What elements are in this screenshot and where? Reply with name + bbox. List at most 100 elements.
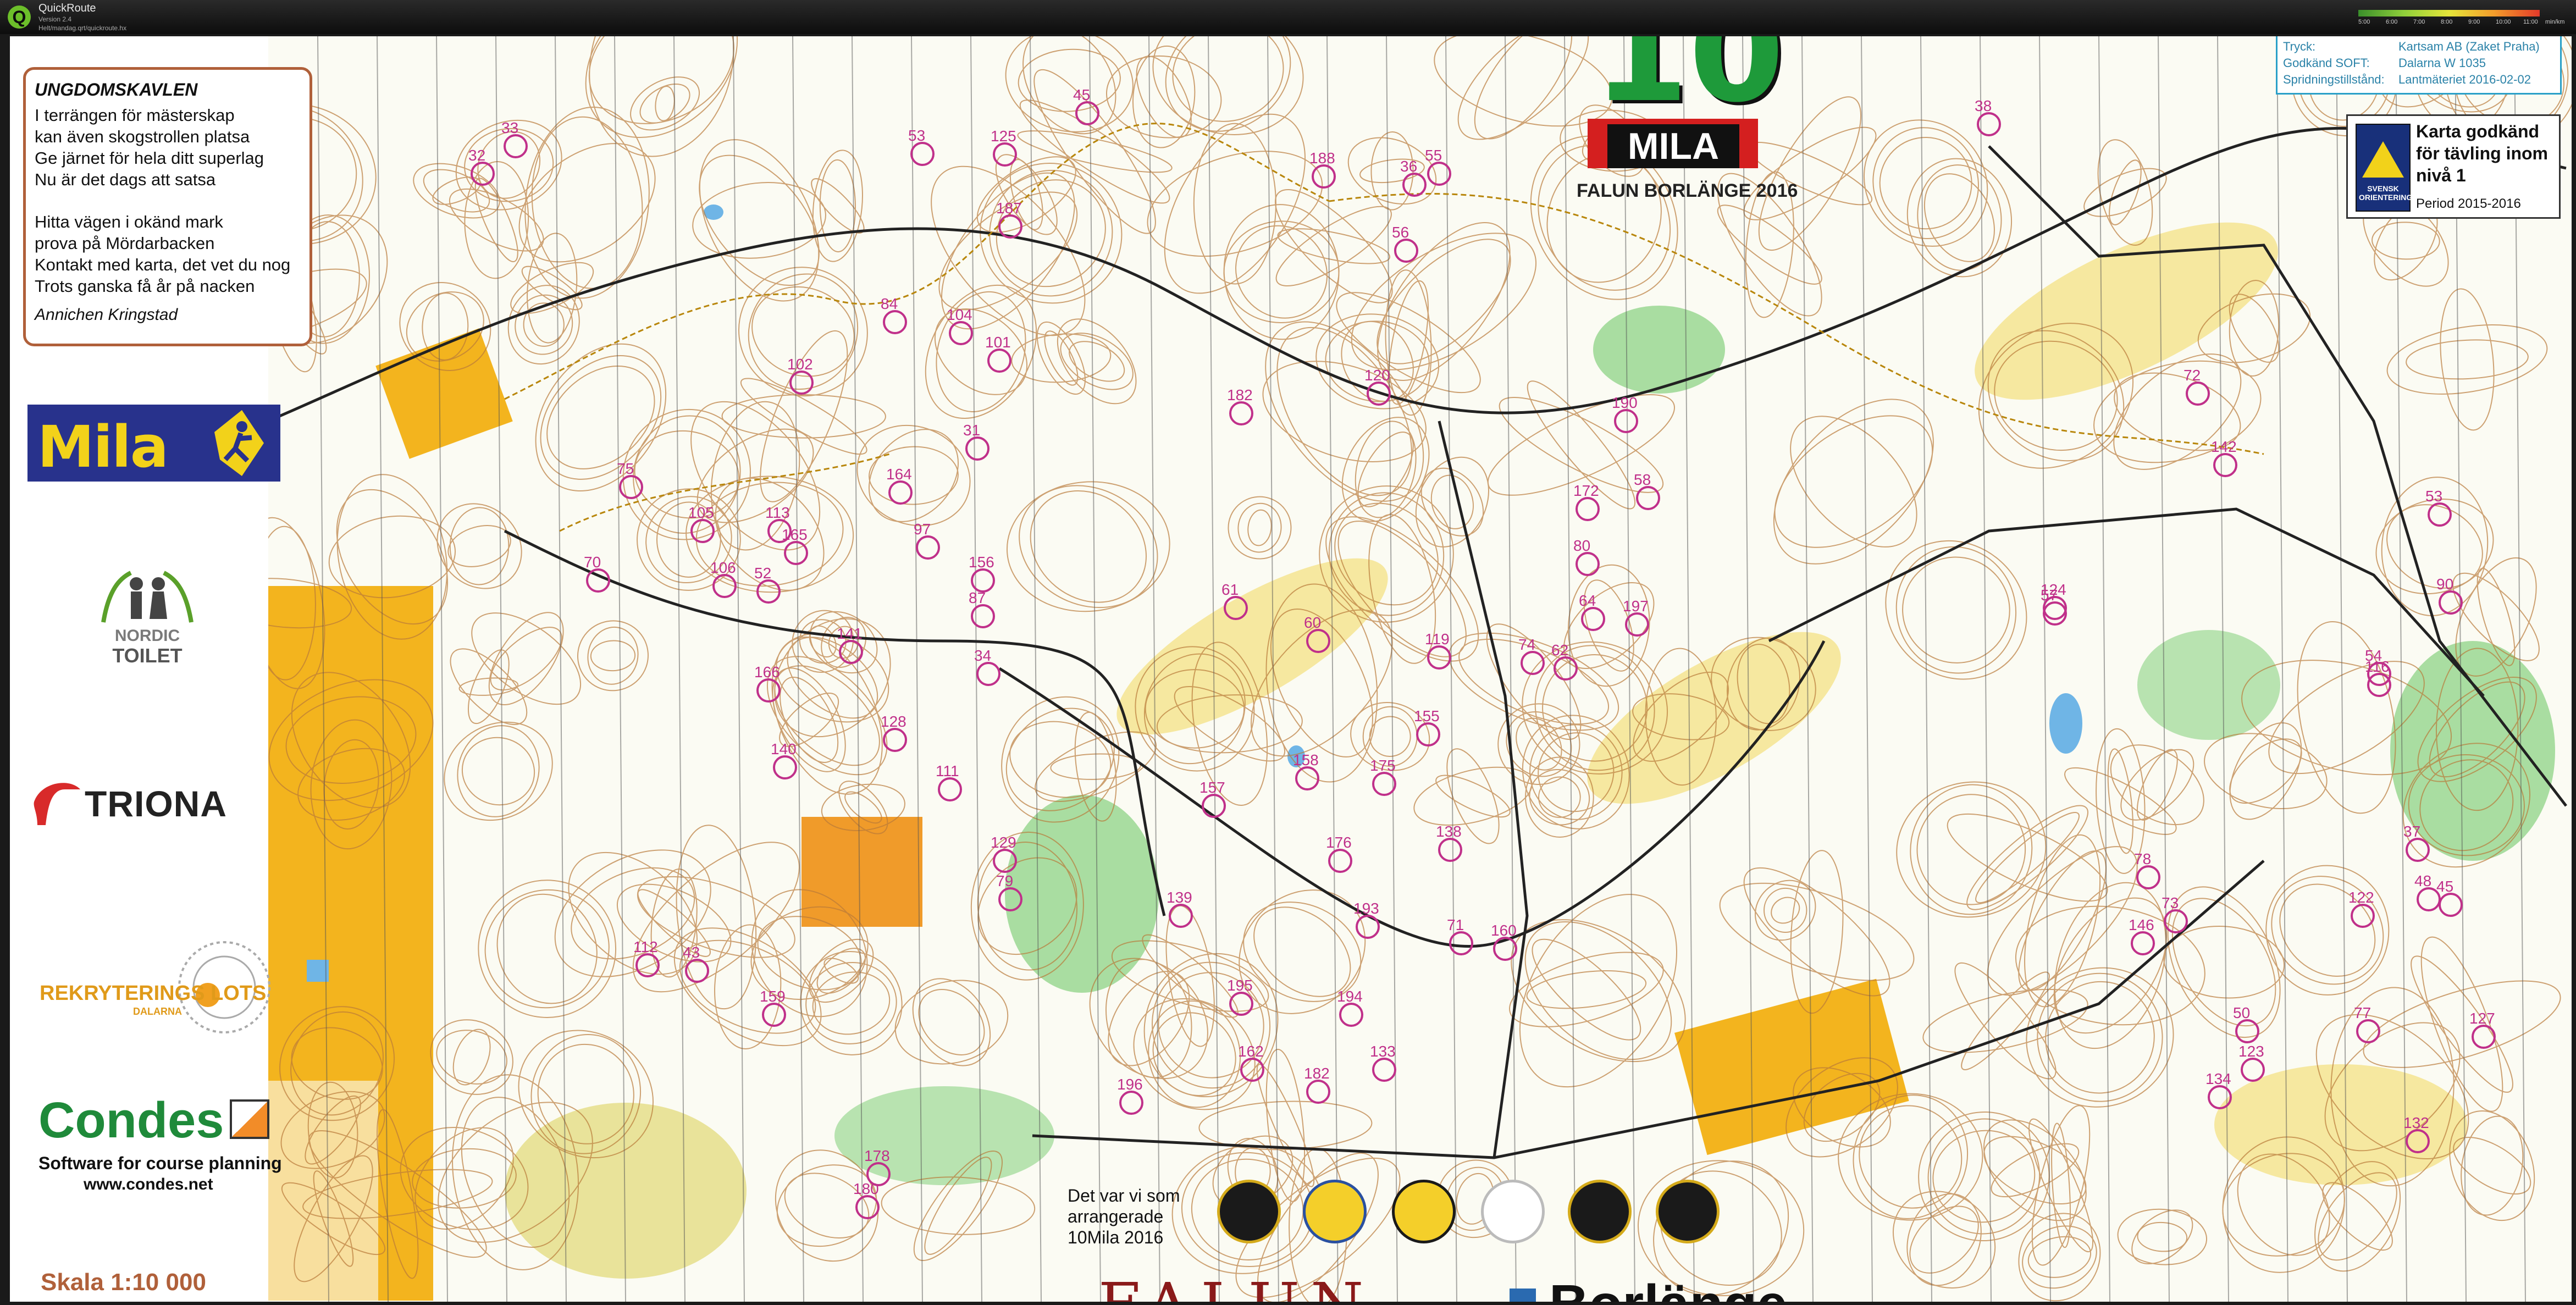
pace-tick: 6:00 [2386, 19, 2398, 25]
control-number: 122 [2348, 889, 2374, 906]
control-circle [2131, 931, 2155, 955]
control-circle [1636, 486, 1660, 510]
badge-text: SVENSK ORIENTERING [2359, 184, 2413, 202]
control-circle [2439, 893, 2463, 917]
control-number: 120 [1364, 367, 1390, 384]
control-number: 48 [2414, 872, 2431, 889]
toilet-logo-line2: TOILET [112, 644, 183, 667]
control-circle [471, 162, 495, 186]
control-circle [1075, 101, 1099, 125]
control-number: 72 [2183, 367, 2201, 384]
pace-tick: 7:00 [2413, 19, 2425, 25]
control-number: 80 [1573, 537, 1590, 554]
app-version: Version 2.4 [38, 15, 72, 23]
condes-name: Condes [38, 1092, 224, 1148]
control-number: 141 [837, 625, 863, 642]
control-number: 188 [1309, 150, 1335, 167]
club-badge-icon [1217, 1180, 1281, 1243]
poem-line: kan även skogstrollen platsa [35, 127, 250, 146]
control-number: 111 [936, 762, 959, 779]
poem-line: Ge järnet för hela ditt superlag [35, 148, 264, 168]
control-circle [998, 214, 1022, 239]
control-number: 77 [2354, 1004, 2371, 1021]
control-circle [1339, 1003, 1363, 1027]
control-number: 36 [1400, 158, 1417, 175]
control-number: 176 [1326, 834, 1352, 851]
control-number: 56 [1392, 224, 1409, 241]
control-number: 104 [947, 306, 972, 323]
toilet-people-icon [101, 571, 194, 623]
control-number: 138 [1436, 823, 1462, 840]
control-number: 182 [1304, 1065, 1330, 1082]
print-info-row: Tryck: Kartsam AB (Zaket Praha) [2283, 40, 2540, 53]
control-number: 43 [683, 944, 700, 961]
app-file-path: Helt/mandag.qrt/quickroute.hx [38, 24, 127, 32]
control-number: 166 [754, 663, 780, 681]
rekrytering-logo-sub: DALARNA [133, 1006, 182, 1017]
control-circle [690, 519, 715, 543]
event-logo: 10 MILA [1577, 36, 1784, 168]
arrangers-text: Det var vi som arrangerade 10Mila 2016 [1068, 1186, 1180, 1247]
control-number: 113 [765, 504, 790, 521]
control-number: 127 [2469, 1010, 2495, 1027]
control-number: 139 [1167, 889, 1192, 906]
poem-box: UNGDOMSKAVLEN I terrängen för mästerskap… [23, 67, 312, 346]
pace-tick: 10:00 [2496, 19, 2511, 25]
control-number: 87 [969, 589, 986, 606]
control-number: 194 [1337, 988, 1363, 1005]
control-circle [1306, 1080, 1330, 1104]
control-number: 159 [760, 988, 786, 1005]
condes-url: www.condes.net [84, 1175, 213, 1193]
club-badge-icon [1481, 1180, 1545, 1243]
water-layer [307, 204, 2082, 982]
control-number: 78 [2134, 850, 2151, 867]
control-number: 157 [1199, 779, 1225, 796]
control-number: 132 [2403, 1114, 2429, 1131]
control-number: 71 [1447, 916, 1464, 933]
control-circle [883, 728, 907, 752]
approval-period: Period 2015-2016 [2416, 196, 2521, 211]
control-circle [1312, 164, 1336, 189]
control-circle [1614, 409, 1638, 433]
control-number: 112 [633, 938, 658, 955]
control-number: 105 [688, 504, 714, 521]
control-number: 57 [2041, 587, 2058, 604]
poem-line: Nu är det dags att satsa [35, 170, 216, 189]
mila-logo-text: Mila [37, 413, 169, 480]
rekryteringslots-logo: REKRYTERINGS LOTS DALARNA [32, 938, 274, 1042]
club-badge-icon [1568, 1180, 1632, 1243]
control-number: 134 [2205, 1070, 2231, 1087]
control-number: 140 [771, 740, 797, 757]
control-circle [949, 321, 973, 345]
control-circle [2208, 1085, 2232, 1109]
title-bar: Q QuickRoute Version 2.4 Helt/mandag.qrt… [0, 0, 2576, 34]
pace-legend: 5:00 6:00 7:00 8:00 9:00 10:00 11:00 min/km [2358, 8, 2567, 30]
condes-box-icon [230, 1099, 269, 1139]
condes-logo: Condes Software for course planning www.… [29, 1092, 282, 1224]
control-number: 90 [2436, 576, 2453, 593]
control-number: 187 [996, 200, 1022, 217]
control-number: 146 [2129, 916, 2154, 933]
control-circle [1328, 849, 1352, 873]
control-circle [773, 755, 797, 779]
control-circle [1402, 173, 1427, 197]
control-circle [1119, 1091, 1143, 1115]
control-circle [1394, 239, 1418, 263]
control-number: 61 [1221, 581, 1239, 598]
orienteering-map[interactable]: 33 32 45 125 53 187 188 36 55 56 84 102 104 101 120 182… [10, 36, 2572, 1302]
runner-icon [214, 410, 264, 476]
control-number: 53 [2425, 488, 2442, 505]
map-scale: Skala 1:10 000 [41, 1269, 206, 1296]
control-number: 102 [787, 356, 813, 373]
approval-line3: nivå 1 [2416, 165, 2466, 185]
control-number: 45 [1073, 86, 1090, 103]
control-number: 54 [2365, 647, 2382, 664]
control-number: 73 [2162, 894, 2179, 911]
quickroute-q-icon[interactable]: Q [8, 5, 31, 29]
control-circle [910, 142, 935, 166]
pace-tick: 11:00 [2523, 19, 2538, 25]
poem-line: prova på Mördarbacken [35, 234, 215, 253]
control-number: 175 [1370, 757, 1396, 774]
control-number: 197 [1623, 598, 1649, 615]
control-number: 52 [754, 565, 771, 582]
